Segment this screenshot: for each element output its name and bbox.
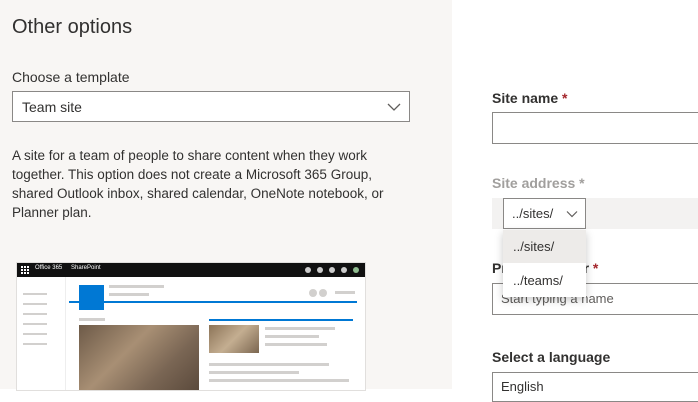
preview-nav-line: [23, 343, 47, 345]
template-label: Choose a template: [12, 69, 130, 85]
language-value: English: [501, 379, 544, 394]
preview-circle: [319, 289, 327, 297]
template-value: Team site: [22, 99, 82, 115]
preview-text-line: [209, 363, 329, 366]
preview-nav-line: [23, 313, 47, 315]
preview-nav-line: [23, 333, 47, 335]
site-address-label: Site address *: [492, 175, 585, 191]
site-address-label-text: Site address: [492, 175, 576, 191]
preview-app-label: SharePoint: [71, 265, 101, 271]
preview-text-line: [209, 379, 349, 382]
template-description: A site for a team of people to share con…: [12, 148, 384, 220]
site-details-panel: [452, 0, 698, 389]
preview-text-line: [335, 291, 355, 294]
preview-text-line: [209, 371, 299, 374]
preview-nav-line: [23, 323, 47, 325]
preview-icon: [341, 267, 347, 273]
preview-circle: [309, 289, 317, 297]
preview-suite-bar: Office 365 SharePoint: [17, 263, 365, 277]
preview-text-line: [265, 335, 319, 338]
preview-site-logo: [79, 285, 104, 310]
preview-suite-label: Office 365: [35, 265, 63, 271]
required-mark: *: [592, 260, 599, 276]
preview-rule: [209, 319, 353, 321]
language-label: Select a language: [492, 349, 611, 365]
preview-photo: [209, 325, 259, 353]
preview-text-line: [109, 293, 149, 296]
preview-text-line: [265, 343, 327, 346]
language-dropdown[interactable]: English: [492, 372, 698, 402]
template-preview-image: Office 365 SharePoint: [16, 262, 366, 391]
site-address-path-dropdown[interactable]: ../sites/: [503, 198, 586, 229]
menu-item-teams[interactable]: ../teams/: [503, 264, 586, 297]
preview-text-line: [109, 285, 164, 288]
preview-nav: [17, 277, 66, 390]
site-address-path-menu: ../sites/ ../teams/: [503, 230, 586, 297]
preview-avatar: [353, 267, 359, 273]
preview-nav-line: [23, 293, 47, 295]
preview-photo: [79, 325, 199, 390]
required-mark: *: [579, 175, 585, 191]
chevron-down-icon: [387, 103, 401, 111]
preview-nav-line: [23, 303, 47, 305]
template-panel: Other options Choose a template Team sit…: [0, 0, 452, 391]
required-mark: *: [562, 90, 568, 106]
site-name-input[interactable]: [492, 112, 698, 144]
panel-title: Other options: [12, 16, 133, 38]
menu-item-sites[interactable]: ../sites/: [503, 230, 586, 263]
site-name-label-text: Site name: [492, 90, 559, 106]
preview-rule: [69, 301, 357, 303]
preview-icon: [305, 267, 311, 273]
waffle-icon: [21, 266, 29, 274]
site-name-label: Site name *: [492, 90, 567, 106]
preview-text-line: [79, 318, 105, 321]
site-address-path-value: ../sites/: [512, 206, 554, 221]
preview-icon: [329, 267, 335, 273]
preview-icon: [317, 267, 323, 273]
preview-text-line: [265, 327, 335, 330]
chevron-down-icon: [566, 211, 578, 218]
template-dropdown[interactable]: Team site: [12, 91, 410, 122]
